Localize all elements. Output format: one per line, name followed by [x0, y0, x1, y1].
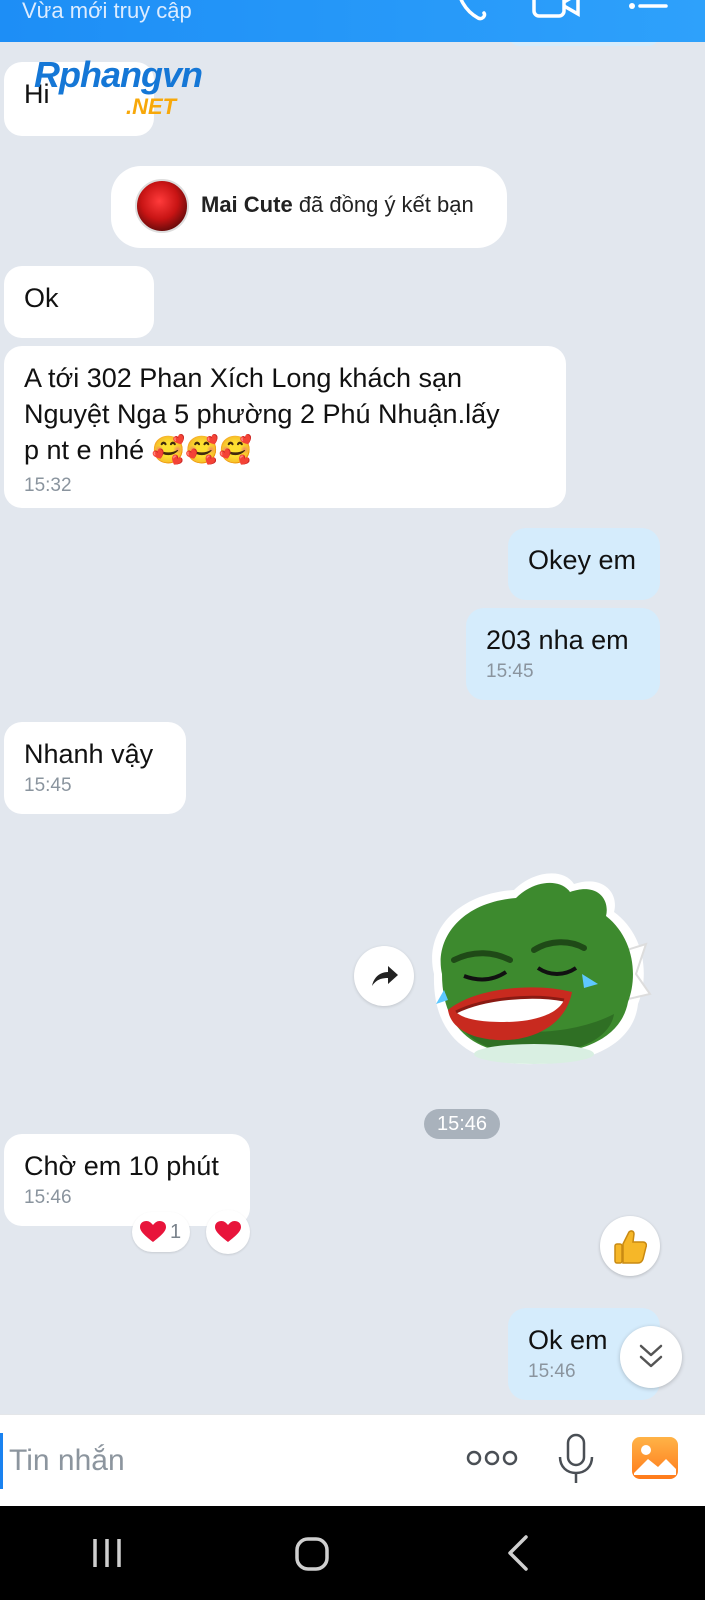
share-icon	[372, 966, 398, 986]
message-bubble[interactable]: Nhanh vậy 15:45	[4, 722, 186, 814]
scroll-down-icon	[639, 1344, 663, 1368]
watermark-logo: Rphangvn .NET	[34, 54, 254, 124]
message-text: Chờ em 10 phút	[24, 1151, 219, 1181]
message-text-line: A tới 302 Phan Xích Long khách sạn	[24, 363, 463, 393]
message-time: 15:45	[486, 661, 534, 682]
more-icon[interactable]	[466, 1447, 518, 1469]
mic-icon[interactable]	[556, 1433, 596, 1485]
sticker-time: 15:46	[424, 1109, 500, 1139]
thumbs-up-icon	[614, 1230, 647, 1264]
home-icon[interactable]	[294, 1536, 330, 1572]
react-button[interactable]	[206, 1210, 250, 1254]
menu-icon[interactable]	[626, 0, 670, 26]
message-text: Nhanh vậy	[24, 739, 154, 769]
message-bubble[interactable]: Okey em	[508, 528, 660, 600]
back-icon[interactable]	[506, 1534, 530, 1572]
message-text: Okey em	[528, 545, 637, 575]
message-text-line: Nguyệt Nga 5 phường 2 Phú Nhuận.lấy	[24, 399, 500, 429]
thumbs-up-button[interactable]	[600, 1216, 660, 1276]
message-composer	[0, 1414, 705, 1507]
message-text: Ok em	[528, 1325, 608, 1355]
message-bubble[interactable]: 203 nha em 15:45	[466, 608, 660, 700]
message-bubble[interactable]: A tới 302 Phan Xích Long khách sạn Nguyệ…	[4, 346, 566, 508]
share-button[interactable]	[354, 946, 414, 1006]
message-bubble[interactable]: Ok	[4, 266, 154, 338]
recent-apps-icon[interactable]	[90, 1536, 124, 1570]
reaction-count: 1	[170, 1221, 182, 1243]
chat-header: Vừa mới truy cập	[0, 0, 705, 42]
heart-icon	[140, 1221, 166, 1242]
watermark-suffix: .NET	[126, 94, 177, 119]
heart-icon	[215, 1221, 241, 1242]
scroll-to-bottom-button[interactable]	[620, 1326, 682, 1388]
system-nav-bar	[0, 1506, 705, 1600]
laughing-frog-sticker[interactable]	[414, 864, 654, 1084]
message-time: 15:46	[24, 1187, 72, 1208]
message-time: 15:45	[24, 775, 72, 796]
message-bubble[interactable]: Chờ em 10 phút 15:46	[4, 1134, 250, 1226]
watermark-brand: Rphangvn	[34, 54, 203, 95]
avatar[interactable]	[135, 179, 189, 233]
message-text: 203 nha em	[486, 625, 629, 655]
notice-text: Mai Cute đã đồng ý kết bạn	[201, 192, 474, 217]
reaction-summary[interactable]: 1	[132, 1212, 190, 1252]
message-text: Ok	[24, 283, 59, 313]
message-input[interactable]	[0, 1433, 440, 1489]
friend-accepted-notice: Mai Cute đã đồng ý kết bạn	[111, 166, 507, 248]
presence-status: Vừa mới truy cập	[22, 0, 192, 23]
message-bubble-partial	[508, 42, 660, 46]
message-list[interactable]: Hi Rphangvn .NET Mai Cute đã đồng ý kết …	[0, 42, 705, 1414]
message-time: 15:32	[24, 475, 72, 496]
message-text-line: p nt e nhé 🥰🥰🥰	[24, 435, 253, 465]
image-icon[interactable]	[630, 1435, 680, 1481]
phone-icon[interactable]	[452, 0, 492, 26]
video-icon[interactable]	[530, 0, 582, 26]
